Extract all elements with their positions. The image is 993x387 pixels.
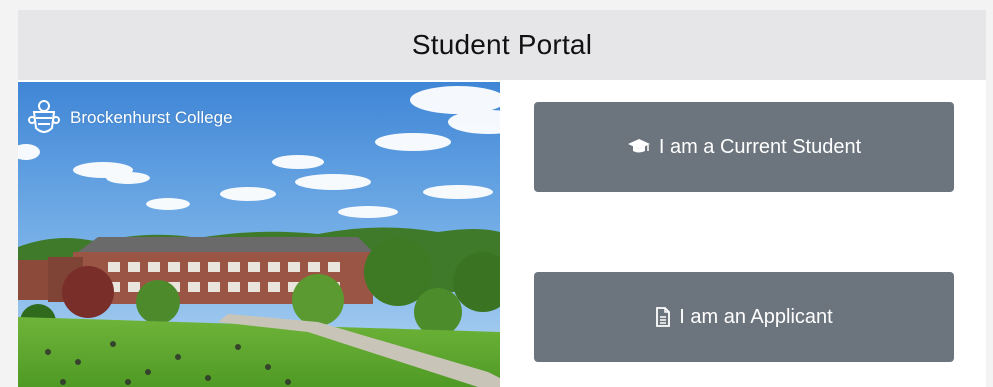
college-name: Brockenhurst College (70, 108, 233, 127)
file-text-icon (655, 307, 671, 327)
page-title: Student Portal (411, 29, 593, 60)
college-campus-photo: Brockenhurst College (18, 82, 500, 387)
page-header: Student Portal (18, 10, 986, 80)
current-student-button[interactable]: I am a Current Student (534, 102, 954, 192)
applicant-button[interactable]: I am an Applicant (534, 272, 954, 362)
college-crest-icon (26, 98, 62, 138)
portal-frame: Student Portal Brockenhurst College I am… (18, 10, 986, 387)
college-logo: Brockenhurst College (26, 98, 233, 138)
role-selection-panel: I am a Current Student I am an Applicant (500, 82, 986, 387)
applicant-button-label: I am an Applicant (679, 305, 833, 328)
current-student-button-label: I am a Current Student (658, 135, 862, 158)
graduation-cap-icon (627, 138, 651, 156)
